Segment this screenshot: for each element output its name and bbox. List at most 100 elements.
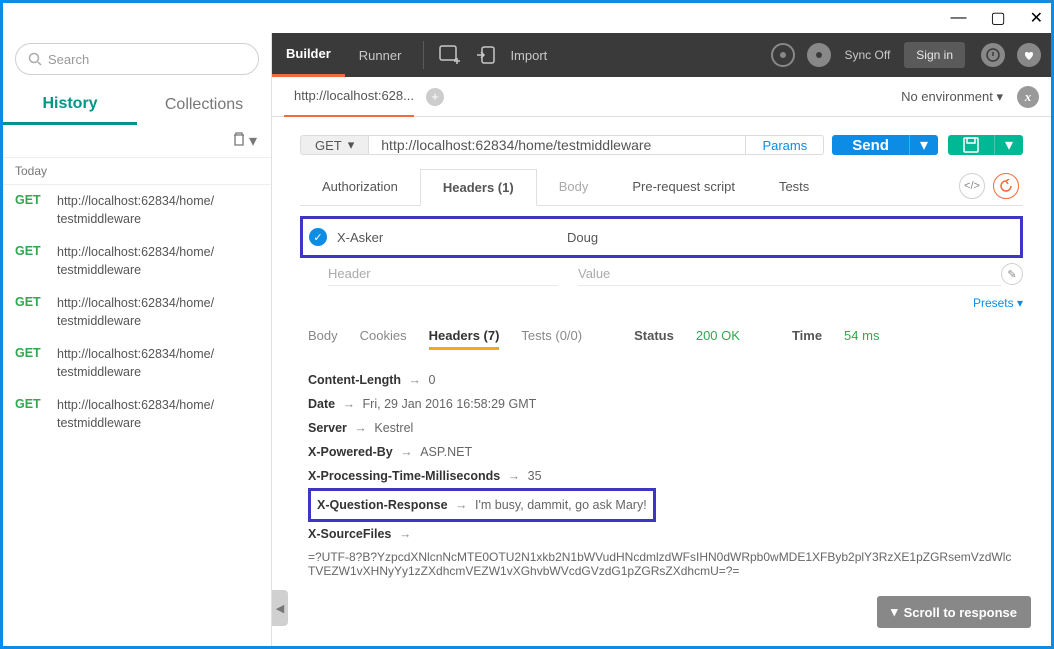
response-header-row: X-Question-Response → I'm busy, dammit, … (317, 493, 647, 517)
header-row[interactable]: ✓ X-Asker Doug (309, 221, 1014, 253)
authorization-tab[interactable]: Authorization (300, 169, 420, 205)
history-method: GET (15, 193, 45, 228)
tests-tab[interactable]: Tests (757, 169, 831, 205)
response-header-value: 35 (528, 469, 542, 483)
history-method: GET (15, 397, 45, 432)
header-placeholder-row[interactable]: Header Value ✎ (300, 258, 1023, 290)
params-button[interactable]: Params (746, 135, 824, 155)
presets-button[interactable]: Presets ▾ (973, 290, 1023, 310)
response-tests-tab[interactable]: Tests (0/0) (521, 328, 582, 343)
import-label[interactable]: Import (510, 48, 547, 63)
response-headers-list: Content-Length → 0Date → Fri, 29 Jan 201… (272, 356, 1051, 594)
highlighted-response-header: X-Question-Response → I'm busy, dammit, … (308, 488, 656, 522)
builder-tab[interactable]: Builder (272, 33, 345, 77)
history-tab[interactable]: History (3, 85, 137, 125)
highlighted-header-row: ✓ X-Asker Doug (300, 216, 1023, 258)
arrow-icon: → (405, 373, 424, 387)
response-header-value: I'm busy, dammit, go ask Mary! (475, 498, 647, 512)
arrow-icon: → (351, 421, 370, 435)
history-section-label: Today (3, 157, 271, 185)
search-placeholder: Search (48, 52, 89, 67)
response-header-row: Server → Kestrel (308, 416, 1015, 440)
signin-button[interactable]: Sign in (904, 42, 965, 68)
request-subtabs: Authorization Headers (1) Body Pre-reque… (300, 169, 1023, 206)
maximize-button[interactable]: ▢ (990, 8, 1005, 28)
history-list: GET http://localhost:62834/home/testmiddl… (3, 185, 271, 440)
header-name-placeholder[interactable]: Header (328, 262, 558, 286)
arrow-icon: → (397, 445, 416, 459)
code-icon[interactable]: </> (959, 173, 985, 199)
collapse-sidebar-handle[interactable]: ◀ (272, 590, 288, 626)
header-value[interactable]: Doug (567, 230, 1014, 245)
response-header-row: X-Powered-By → ASP.NET (308, 440, 1015, 464)
close-button[interactable]: ✕ (1030, 8, 1043, 28)
header-enabled-check-icon[interactable]: ✓ (309, 228, 327, 246)
header-value-placeholder[interactable]: Value (578, 262, 1001, 286)
environment-selector[interactable]: No environment ▾ (901, 89, 1003, 105)
response-header-row: Content-Length → 0 (308, 368, 1015, 392)
response-header-name: X-Powered-By (308, 445, 393, 459)
arrow-icon: → (504, 469, 523, 483)
runner-tab[interactable]: Runner (345, 33, 416, 77)
send-dropdown[interactable]: ▾ (909, 135, 938, 155)
trash-icon[interactable] (231, 131, 247, 151)
window-titlebar: — ▢ ✕ (3, 3, 1051, 33)
new-window-icon[interactable] (436, 41, 464, 69)
scroll-to-response-label: Scroll to response (904, 605, 1017, 620)
save-button[interactable] (948, 135, 994, 155)
active-request-tab[interactable]: http://localhost:628... (284, 77, 414, 117)
headers-tab[interactable]: Headers (1) (420, 169, 537, 206)
history-item[interactable]: GET http://localhost:62834/home/testmiddl… (3, 338, 271, 389)
history-method: GET (15, 244, 45, 279)
response-headers-tab[interactable]: Headers (7) (429, 328, 500, 350)
request-row: GET ▾ http://localhost:62834/home/testmi… (272, 117, 1051, 169)
environment-label: No environment (901, 89, 993, 104)
reset-icon[interactable] (993, 173, 1019, 199)
url-input[interactable]: http://localhost:62834/home/testmiddlewa… (368, 135, 746, 155)
arrow-icon: → (339, 397, 358, 411)
response-header-row: Date → Fri, 29 Jan 2016 16:58:29 GMT (308, 392, 1015, 416)
response-body-tab[interactable]: Body (308, 328, 338, 343)
time-label: Time (792, 328, 822, 343)
history-method: GET (15, 346, 45, 381)
response-header-value: Kestrel (374, 421, 413, 435)
import-icon[interactable] (472, 41, 500, 69)
new-tab-button[interactable]: + (426, 88, 444, 106)
response-header-row: X-SourceFiles → (308, 522, 1015, 546)
edit-icon[interactable]: ✎ (1001, 263, 1023, 285)
history-url: http://localhost:62834/home/testmiddlewa… (57, 346, 214, 381)
history-item[interactable]: GET http://localhost:62834/home/testmiddl… (3, 389, 271, 440)
quick-look-icon[interactable]: x (1017, 86, 1039, 108)
notifications-icon[interactable] (981, 43, 1005, 67)
arrow-icon: → (452, 498, 471, 512)
response-header-long-value: =?UTF-8?B?YzpcdXNlcnNcMTE0OTU2N1xkb2N1bW… (308, 546, 1015, 582)
arrow-icon: → (395, 527, 411, 541)
send-button[interactable]: Send (832, 135, 909, 155)
interceptor-icon[interactable] (771, 43, 795, 67)
status-label: Status (634, 328, 674, 343)
chevron-down-icon: ▾ (891, 604, 898, 620)
chevron-down-icon: ▾ (996, 89, 1003, 104)
history-url: http://localhost:62834/home/testmiddlewa… (57, 397, 214, 432)
sync-status-icon[interactable] (807, 43, 831, 67)
method-selector[interactable]: GET ▾ (300, 135, 368, 155)
history-item[interactable]: GEThttp://localhost:62834/home/testmiddl… (3, 287, 271, 338)
trash-chevron-icon[interactable]: ▾ (249, 131, 257, 151)
minimize-button[interactable]: — (950, 9, 966, 27)
save-dropdown[interactable]: ▾ (994, 135, 1023, 155)
main-toolbar: Builder Runner Import Sync Off Sign in (272, 33, 1051, 77)
body-tab[interactable]: Body (537, 169, 611, 205)
search-input[interactable]: Search (15, 43, 259, 75)
response-tabs: Body Cookies Headers (7) Tests (0/0) Sta… (272, 310, 1051, 356)
heart-icon[interactable] (1017, 43, 1041, 67)
chevron-down-icon: ▾ (348, 137, 355, 153)
response-header-name: X-Question-Response (317, 498, 448, 512)
prerequest-tab[interactable]: Pre-request script (610, 169, 757, 205)
history-item[interactable]: GEThttp://localhost:62834/home/testmiddl… (3, 236, 271, 287)
header-name[interactable]: X-Asker (337, 230, 567, 245)
response-cookies-tab[interactable]: Cookies (360, 328, 407, 343)
collections-tab[interactable]: Collections (137, 85, 271, 125)
history-method: GET (15, 295, 45, 330)
history-item[interactable]: GEThttp://localhost:62834/home/testmiddl… (3, 185, 271, 236)
scroll-to-response-button[interactable]: ▾ Scroll to response (877, 596, 1031, 628)
